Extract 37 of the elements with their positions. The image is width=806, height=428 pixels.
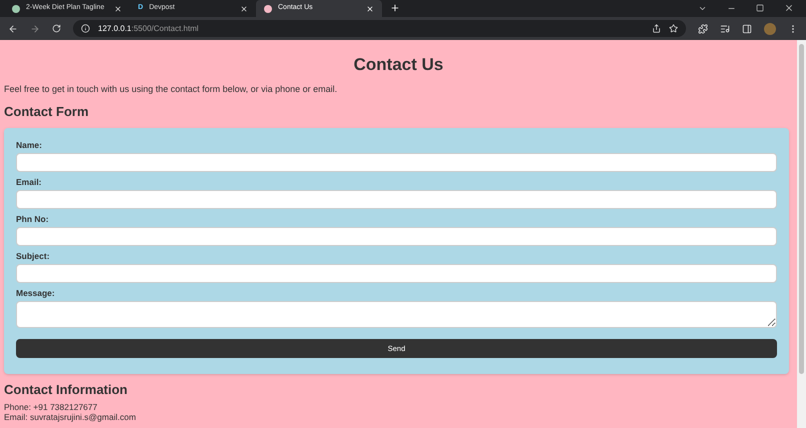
close-icon[interactable]	[784, 3, 794, 13]
new-tab-icon[interactable]	[390, 3, 400, 13]
form-heading: Contact Form	[4, 104, 90, 119]
close-icon[interactable]	[240, 4, 248, 12]
intro-text: Feel free to get in touch with us using the contact form below, or via phone or email.	[4, 84, 338, 95]
contact-info-line: Email: suvratajsrujini.s@gmail.com	[4, 412, 137, 422]
input-field[interactable]	[16, 190, 777, 209]
forward-icon[interactable]	[30, 24, 40, 34]
maximize-icon[interactable]	[756, 4, 764, 12]
scrollbar[interactable]	[797, 40, 806, 428]
page-icon	[12, 4, 20, 12]
field-label: Phn No:	[16, 214, 50, 224]
field-label: Message:	[16, 288, 56, 298]
share-icon[interactable]	[652, 24, 661, 33]
avatar[interactable]	[764, 22, 776, 34]
input-field[interactable]	[16, 153, 777, 172]
info-icon	[81, 24, 90, 33]
back-icon[interactable]	[8, 24, 18, 34]
field-label: Email:	[16, 177, 43, 187]
url-host: 127.0.0.1	[98, 22, 132, 34]
url-path: :5500/Contact.html	[131, 22, 199, 34]
reload-icon[interactable]	[52, 24, 61, 33]
info-heading: Contact Information	[4, 382, 128, 397]
message-field[interactable]	[16, 301, 777, 328]
playlist-icon[interactable]	[720, 24, 730, 34]
page-icon	[264, 4, 272, 12]
address-bar[interactable]: 127.0.0.1:5500/Contact.html	[73, 20, 686, 37]
input-field[interactable]	[16, 264, 777, 283]
page-title: Contact Us	[352, 55, 444, 75]
side-panel-icon[interactable]	[742, 24, 752, 34]
input-field[interactable]	[16, 227, 777, 246]
star-icon[interactable]	[669, 24, 678, 33]
puzzle-icon[interactable]	[698, 24, 708, 34]
close-icon[interactable]	[114, 4, 122, 12]
field-label: Subject:	[16, 251, 51, 261]
field-label: Name:	[16, 140, 43, 150]
contact-info-line: Phone: +91 7382127677	[4, 402, 98, 412]
